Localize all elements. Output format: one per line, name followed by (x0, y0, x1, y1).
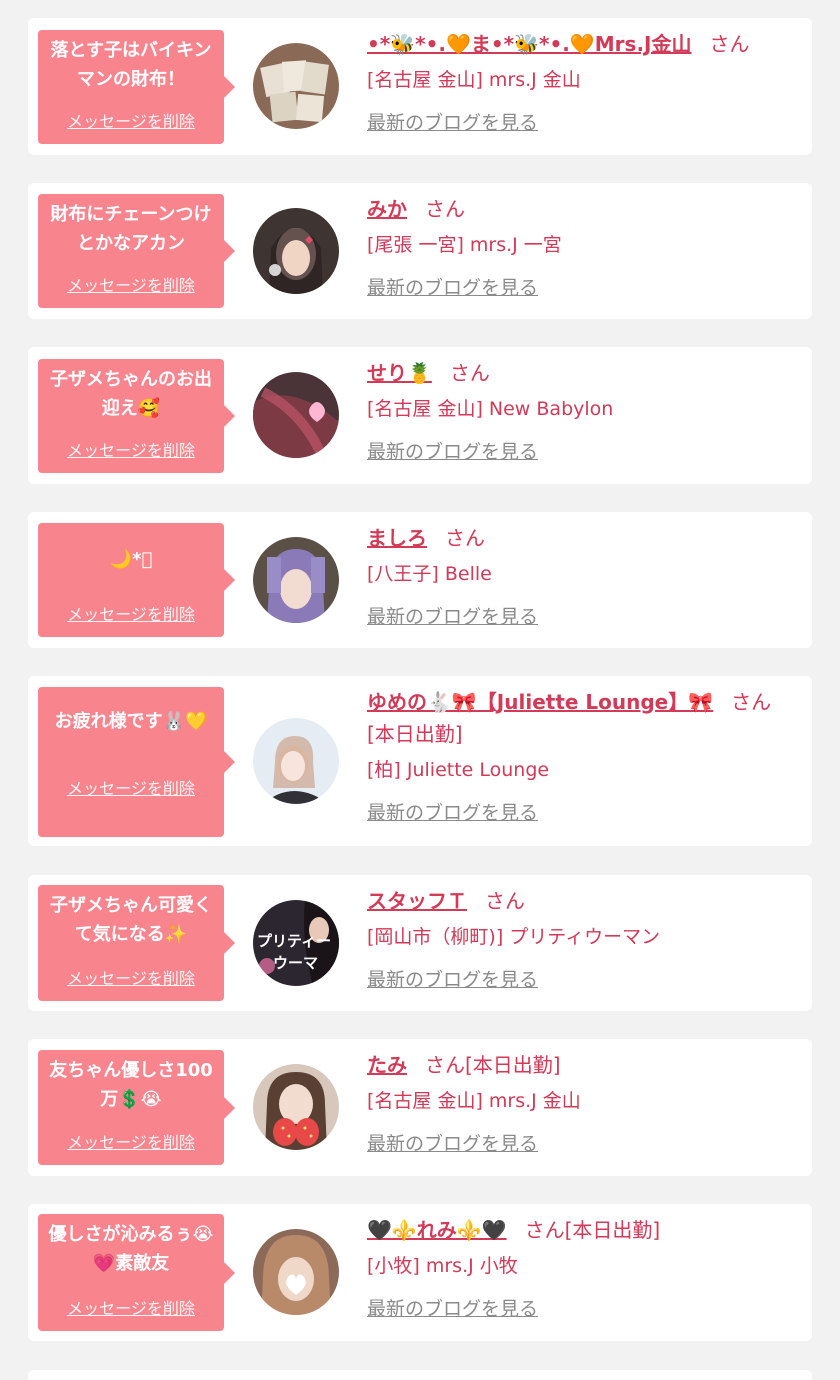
cast-name-link[interactable]: みか (367, 197, 407, 221)
latest-blog-link[interactable]: 最新のブログを見る (367, 1129, 538, 1159)
message-list: 落とす子はバイキンマンの財布！ メッセージを削除 •*🐝*•.🧡ま•*🐝*•.🧡… (0, 0, 840, 1380)
message-text: 子ザメちゃん可愛くて気になる✨ (50, 895, 212, 945)
latest-blog-link[interactable]: 最新のブログを見る (367, 437, 538, 467)
status-text: [本日出勤] (564, 1218, 661, 1242)
message-text: お疲れ様です🐰💛 (54, 711, 208, 732)
status-text: [本日出勤] (465, 1053, 561, 1077)
cast-name-link[interactable]: ゆめの🐇🎀【Juliette Lounge】🎀 (367, 690, 713, 714)
shop-location: [名古屋 金山] mrs.J 金山 (367, 69, 581, 91)
cast-name-link[interactable]: せり🍍 (367, 361, 432, 385)
honorific: さん (449, 361, 490, 385)
honorific: さん (485, 889, 525, 913)
card-info: 🖤⚜️れみ⚜️🖤 さん[本日出勤] [小牧] mrs.J 小牧 最新のブログを見る (367, 1214, 790, 1324)
message-text: 優しさが沁みるぅ😭💗素敵友 (48, 1224, 214, 1274)
message-text: 落とす子はバイキンマンの財布！ (50, 40, 212, 90)
message-text: 子ザメちゃんのお出迎え🥰 (50, 369, 212, 419)
next-card-edge (28, 1370, 812, 1380)
delete-message-link[interactable]: メッセージを削除 (38, 108, 224, 132)
avatar[interactable] (253, 208, 339, 294)
message-bubble: お疲れ様です🐰💛 メッセージを削除 (38, 687, 235, 837)
latest-blog-link[interactable]: 最新のブログを見る (367, 1294, 538, 1324)
card-info: せり🍍 さん [名古屋 金山] New Babylon 最新のブログを見る (367, 357, 790, 467)
message-card: お疲れ様です🐰💛 メッセージを削除 ゆめの🐇🎀【Juliette Lounge】… (28, 676, 812, 846)
message-text: 友ちゃん優しさ100万💲😭 (49, 1060, 213, 1110)
avatar[interactable] (253, 1064, 339, 1150)
message-card: 子ザメちゃん可愛くて気になる✨ メッセージを削除 プリティー ウーマ スタッフＴ… (28, 875, 812, 1011)
delete-message-link[interactable]: メッセージを削除 (38, 965, 224, 989)
cast-name-link[interactable]: •*🐝*•.🧡ま•*🐝*•.🧡Mrs.J金山 (367, 32, 691, 56)
avatar-photo (253, 1064, 339, 1150)
delete-message-link[interactable]: メッセージを削除 (38, 437, 224, 461)
shop-location: [岡山市（柳町)] プリティウーマン (367, 926, 661, 948)
shop-location: [柏] Juliette Lounge (367, 759, 550, 781)
svg-text:プリティー: プリティー (257, 932, 331, 950)
avatar-photo (253, 1229, 339, 1315)
delete-message-link[interactable]: メッセージを削除 (38, 272, 224, 296)
avatar-photo (253, 537, 339, 623)
delete-message-link[interactable]: メッセージを削除 (38, 1129, 224, 1153)
cast-name-link[interactable]: ましろ (367, 526, 427, 550)
avatar[interactable] (253, 718, 339, 804)
card-info: ましろ さん [八王子] Belle 最新のブログを見る (367, 522, 790, 632)
latest-blog-link[interactable]: 最新のブログを見る (367, 602, 538, 632)
message-bubble: 子ザメちゃん可愛くて気になる✨ メッセージを削除 (38, 885, 235, 1001)
shop-location: [八王子] Belle (367, 563, 492, 585)
avatar[interactable] (253, 1229, 339, 1315)
message-bubble: 🌙*ﾟ メッセージを削除 (38, 523, 235, 637)
message-bubble: 財布にチェーンつけとかなアカン メッセージを削除 (38, 194, 235, 308)
latest-blog-link[interactable]: 最新のブログを見る (367, 798, 538, 828)
message-card: 落とす子はバイキンマンの財布！ メッセージを削除 •*🐝*•.🧡ま•*🐝*•.🧡… (28, 18, 812, 155)
latest-blog-link[interactable]: 最新のブログを見る (367, 273, 538, 303)
message-bubble: 子ザメちゃんのお出迎え🥰 メッセージを削除 (38, 359, 235, 473)
latest-blog-link[interactable]: 最新のブログを見る (367, 965, 538, 995)
delete-message-link[interactable]: メッセージを削除 (38, 601, 224, 625)
avatar[interactable] (253, 372, 339, 458)
avatar-photo (253, 43, 339, 129)
cast-name-link[interactable]: 🖤⚜️れみ⚜️🖤 (367, 1218, 507, 1242)
message-card: 🌙*ﾟ メッセージを削除 ましろ さん [八王子] Belle 最新のブログを見る (28, 512, 812, 648)
shop-location: [名古屋 金山] mrs.J 金山 (367, 1090, 581, 1112)
honorific: さん (425, 197, 465, 221)
honorific: さん (524, 1218, 565, 1242)
card-info: •*🐝*•.🧡ま•*🐝*•.🧡Mrs.J金山 さん [名古屋 金山] mrs.J … (367, 28, 790, 138)
shop-location: [名古屋 金山] New Babylon (367, 398, 614, 420)
avatar-photo: プリティー ウーマ (253, 900, 339, 986)
message-card: 優しさが沁みるぅ😭💗素敵友 メッセージを削除 🖤⚜️れみ⚜️🖤 さん[本日出勤] … (28, 1204, 812, 1341)
message-text: 🌙*ﾟ (109, 549, 153, 570)
card-info: ゆめの🐇🎀【Juliette Lounge】🎀 さん [本日出勤] [柏] Juli… (367, 686, 790, 828)
card-info: スタッフＴ さん [岡山市（柳町)] プリティウーマン 最新のブログを見る (367, 885, 790, 995)
cast-name-link[interactable]: たみ (367, 1053, 407, 1077)
message-bubble: 落とす子はバイキンマンの財布！ メッセージを削除 (38, 30, 235, 144)
honorific: さん (709, 32, 750, 56)
avatar-photo (253, 372, 339, 458)
honorific: さん (445, 526, 485, 550)
honorific: さん (731, 690, 772, 714)
avatar-photo (253, 718, 339, 804)
message-bubble: 優しさが沁みるぅ😭💗素敵友 メッセージを削除 (38, 1214, 235, 1331)
delete-message-link[interactable]: メッセージを削除 (38, 1295, 224, 1319)
message-text: 財布にチェーンつけとかなアカン (50, 204, 212, 254)
card-info: たみ さん[本日出勤] [名古屋 金山] mrs.J 金山 最新のブログを見る (367, 1049, 790, 1159)
message-card: 子ザメちゃんのお出迎え🥰 メッセージを削除 せり🍍 さん [名古屋 金山] New… (28, 347, 812, 484)
delete-message-link[interactable]: メッセージを削除 (38, 775, 224, 799)
honorific: さん (425, 1053, 465, 1077)
avatar[interactable] (253, 43, 339, 129)
message-card: 友ちゃん優しさ100万💲😭 メッセージを削除 たみ さん[本日出勤] [名古屋 金… (28, 1039, 812, 1176)
message-card: 財布にチェーンつけとかなアカン メッセージを削除 みか さん [尾張 一宮] mr… (28, 183, 812, 319)
latest-blog-link[interactable]: 最新のブログを見る (367, 108, 538, 138)
card-info: みか さん [尾張 一宮] mrs.J 一宮 最新のブログを見る (367, 193, 790, 303)
svg-text:ウーマ: ウーマ (273, 954, 318, 972)
cast-name-link[interactable]: スタッフＴ (367, 889, 467, 913)
shop-location: [尾張 一宮] mrs.J 一宮 (367, 234, 562, 256)
avatar-photo (253, 208, 339, 294)
shop-location: [小牧] mrs.J 小牧 (367, 1255, 518, 1277)
message-bubble: 友ちゃん優しさ100万💲😭 メッセージを削除 (38, 1050, 235, 1165)
status-text: [本日出勤] (367, 722, 463, 746)
avatar[interactable] (253, 537, 339, 623)
avatar[interactable]: プリティー ウーマ (253, 900, 339, 986)
